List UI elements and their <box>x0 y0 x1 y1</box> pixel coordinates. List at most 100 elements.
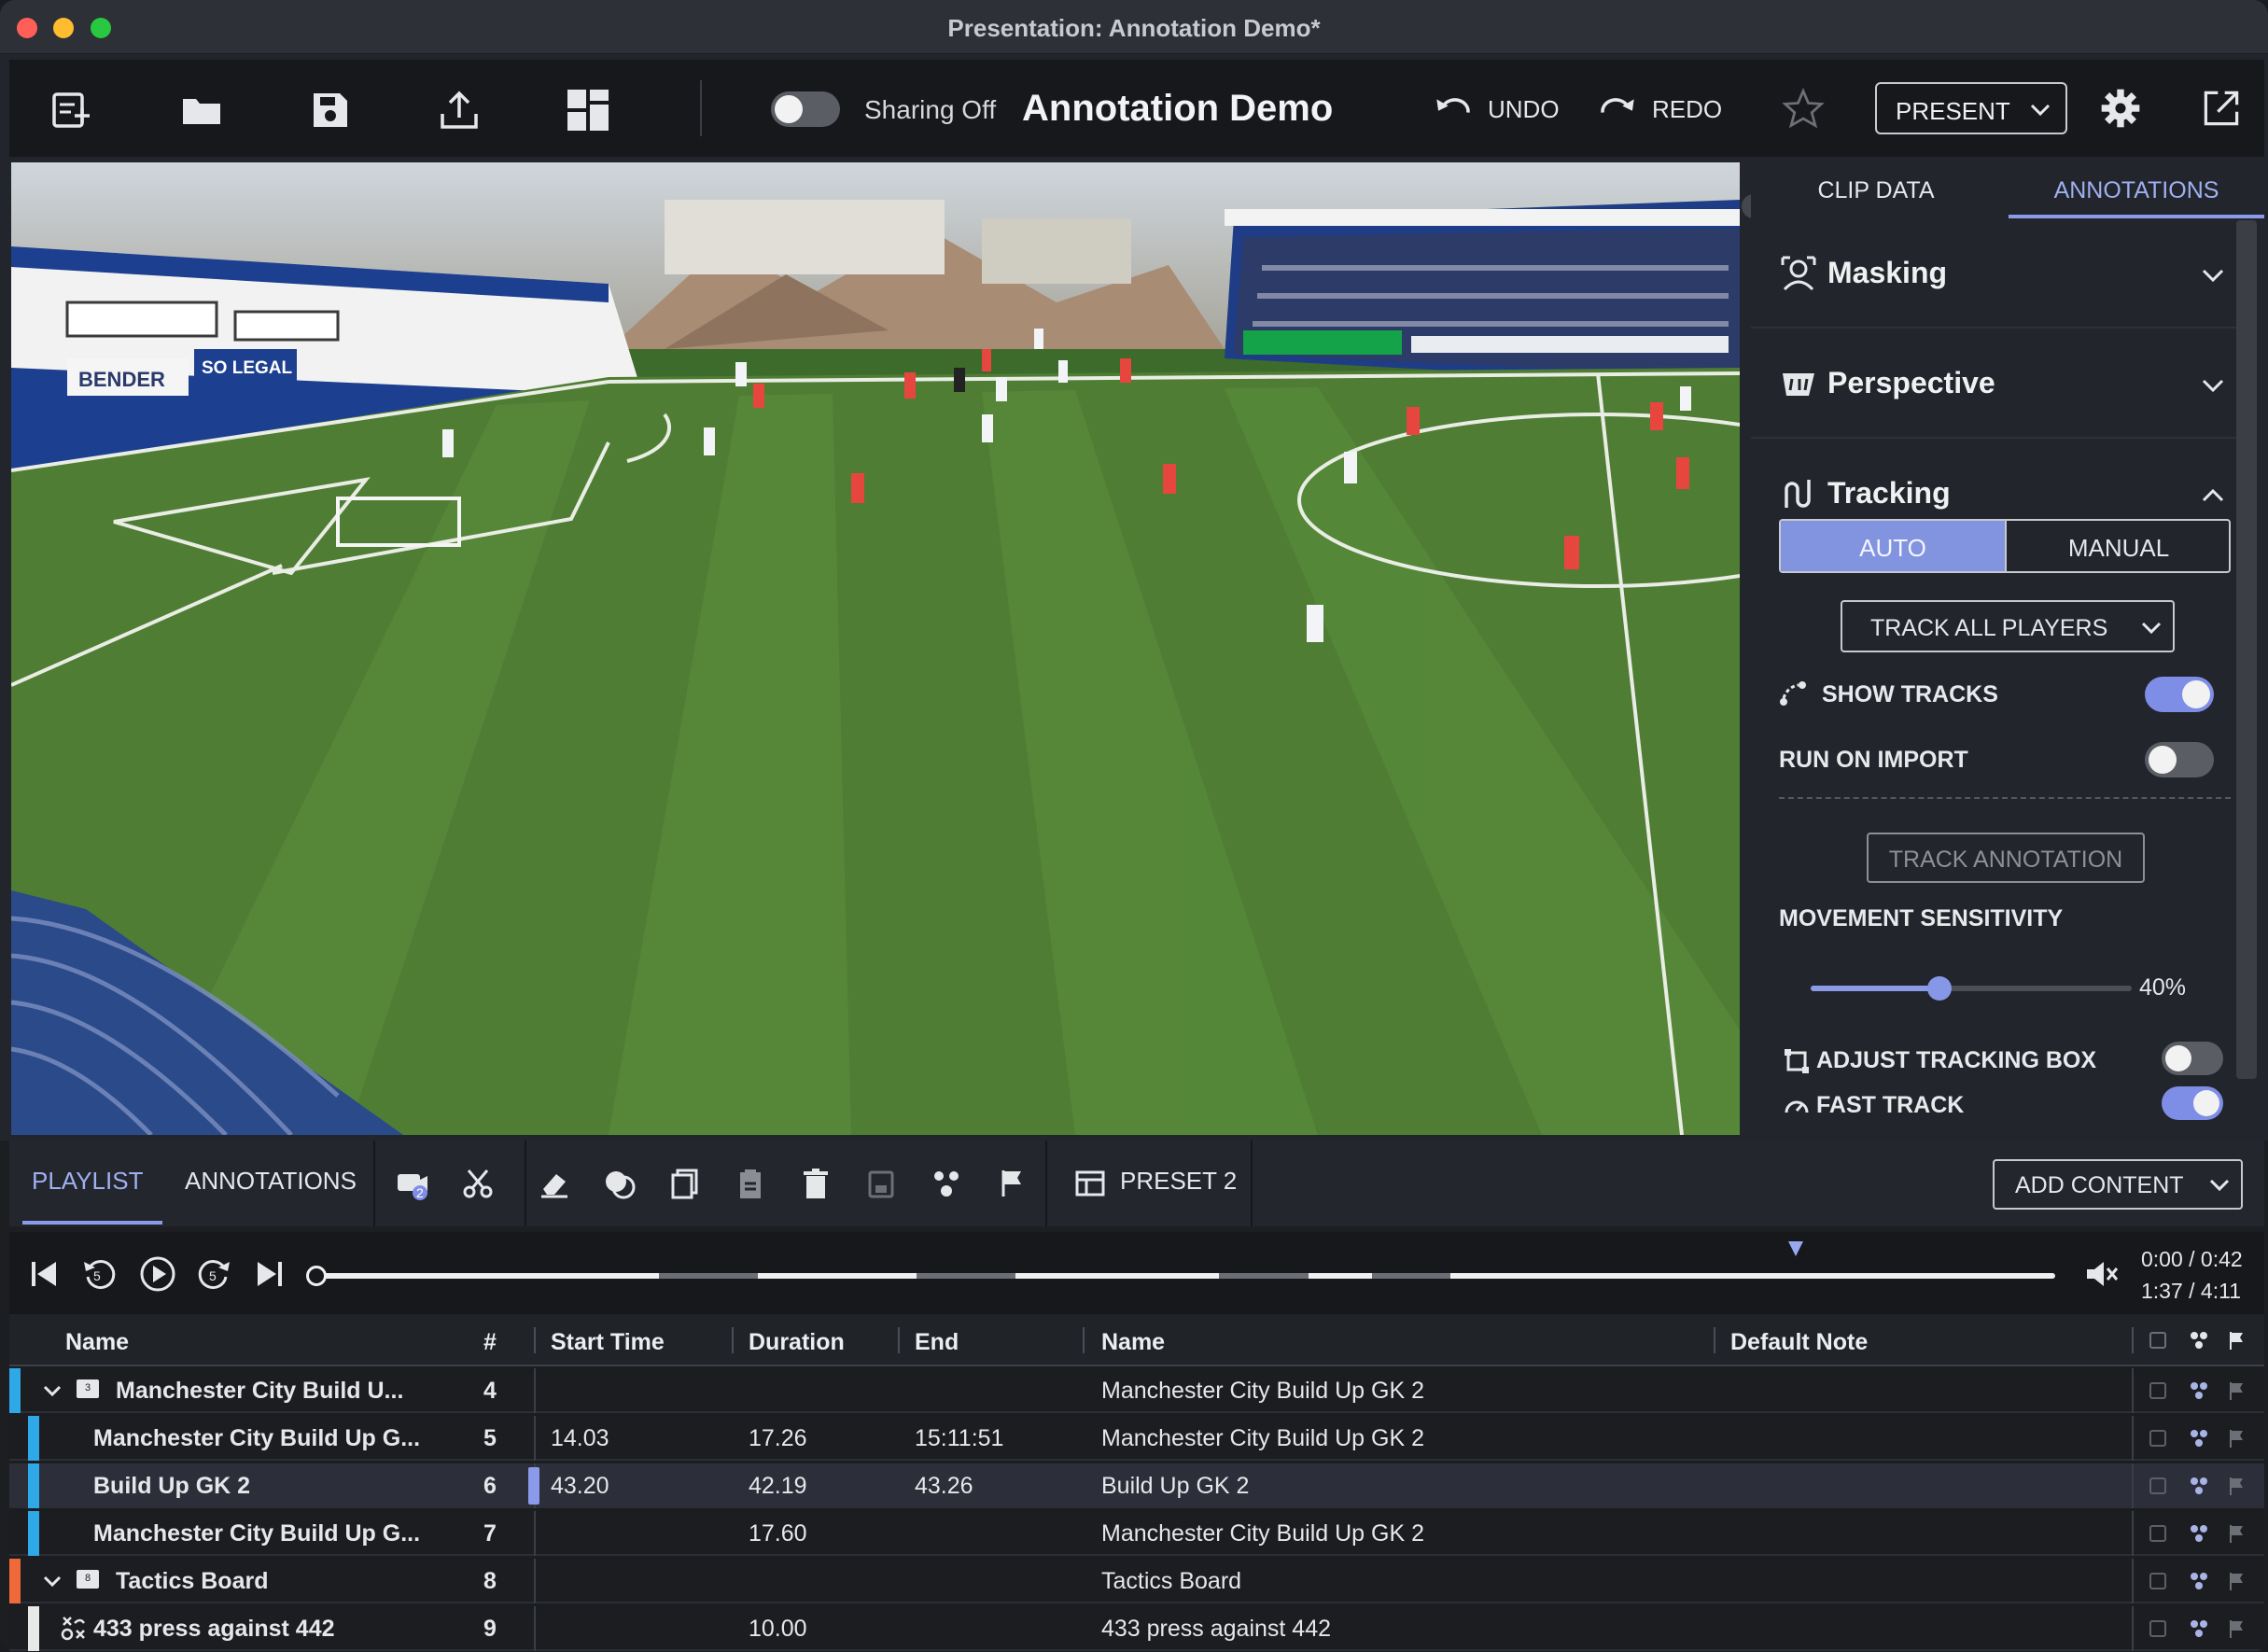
paste-icon[interactable] <box>734 1167 767 1200</box>
flag-icon[interactable] <box>2225 1570 2247 1592</box>
playhead[interactable] <box>306 1266 327 1286</box>
timeline-scrubber[interactable] <box>306 1266 2055 1286</box>
col-end[interactable]: End <box>915 1329 959 1356</box>
save-clip-icon[interactable] <box>2147 1475 2169 1497</box>
auto-mode-button[interactable]: AUTO <box>1781 521 2005 571</box>
table-row[interactable]: 8 Tactics Board 8 Tactics Board <box>9 1559 2264 1603</box>
layers-icon[interactable] <box>603 1167 637 1200</box>
flag-icon[interactable] <box>995 1167 1029 1200</box>
timeline-marker[interactable] <box>1788 1241 1803 1256</box>
flag-icon[interactable] <box>2225 1329 2247 1351</box>
column-divider <box>534 1559 536 1603</box>
toolbar-divider <box>1045 1141 1047 1226</box>
run-on-import-toggle[interactable] <box>2145 742 2214 777</box>
tab-annotations[interactable]: ANNOTATIONS <box>2009 162 2264 218</box>
forward-5s-icon[interactable]: 5 <box>194 1254 233 1294</box>
fast-track-toggle[interactable] <box>2162 1086 2223 1120</box>
flag-icon[interactable] <box>2225 1427 2247 1449</box>
col-number[interactable]: # <box>483 1329 497 1356</box>
masking-section[interactable]: Masking <box>1751 220 2236 329</box>
undo-icon[interactable] <box>1432 88 1475 131</box>
save-clip-icon[interactable] <box>2147 1522 2169 1545</box>
open-folder-icon[interactable] <box>177 86 226 134</box>
flag-icon[interactable] <box>2225 1617 2247 1640</box>
skip-to-end-icon[interactable] <box>250 1254 289 1294</box>
chevron-down-icon[interactable] <box>41 1570 63 1592</box>
sharing-toggle[interactable] <box>771 91 840 127</box>
table-row[interactable]: Build Up GK 2 6 43.20 42.19 43.26 Build Up GK… <box>9 1463 2264 1508</box>
save-clip-icon[interactable] <box>2147 1329 2169 1351</box>
undo-button[interactable]: UNDO <box>1488 95 1560 124</box>
formation-icon[interactable] <box>2188 1617 2210 1640</box>
tab-clip-data[interactable]: CLIP DATA <box>1751 162 2001 218</box>
adjust-tracking-box-toggle[interactable] <box>2162 1042 2223 1075</box>
col-clip-name[interactable]: Name <box>1101 1329 1165 1356</box>
eraser-icon[interactable] <box>538 1167 571 1200</box>
rewind-5s-icon[interactable]: 5 <box>80 1254 119 1294</box>
formation-icon[interactable] <box>2188 1522 2210 1545</box>
manual-mode-button[interactable]: MANUAL <box>2005 521 2229 571</box>
movement-sensitivity-slider[interactable] <box>1811 976 2132 1001</box>
preset-selector[interactable]: PRESET 2 <box>1120 1167 1237 1196</box>
col-start-time[interactable]: Start Time <box>551 1329 665 1356</box>
formation-icon[interactable] <box>2188 1427 2210 1449</box>
mute-icon[interactable] <box>2081 1254 2121 1294</box>
save-icon[interactable] <box>306 86 355 134</box>
clips-icon[interactable]: 2 <box>396 1167 429 1200</box>
star-icon[interactable] <box>1781 86 1826 131</box>
table-row[interactable]: Manchester City Build Up G... 5 14.03 17.26… <box>9 1416 2264 1461</box>
row-duration: 17.60 <box>749 1520 807 1547</box>
slider-handle[interactable] <box>1926 976 1952 1001</box>
show-tracks-toggle[interactable] <box>2145 677 2214 712</box>
save-clip-icon[interactable] <box>2147 1617 2169 1640</box>
flag-icon[interactable] <box>2225 1522 2247 1545</box>
track-target-dropdown[interactable]: TRACK ALL PLAYERS <box>1841 600 2175 652</box>
redo-icon[interactable] <box>1596 88 1639 131</box>
formation-icon[interactable] <box>2188 1329 2210 1351</box>
run-on-import-label: RUN ON IMPORT <box>1779 747 1968 773</box>
play-icon[interactable] <box>138 1254 177 1294</box>
video-player[interactable]: BENDER SO LEGAL <box>11 162 1740 1135</box>
track-annotation-button[interactable]: TRACK ANNOTATION <box>1867 833 2145 883</box>
chevron-up-icon <box>2202 488 2224 502</box>
col-name[interactable]: Name <box>65 1329 129 1356</box>
section-divider <box>1779 797 2231 799</box>
chevron-down-icon <box>2202 379 2224 393</box>
formation-icon[interactable] <box>2188 1475 2210 1497</box>
scissors-icon[interactable] <box>461 1167 495 1200</box>
copy-icon[interactable] <box>668 1167 702 1200</box>
new-presentation-icon[interactable] <box>47 86 95 134</box>
formation-icon[interactable] <box>2188 1570 2210 1592</box>
popout-icon[interactable] <box>2199 86 2244 131</box>
table-row[interactable]: 433 press against 442 9 10.00 433 press aga… <box>9 1606 2264 1651</box>
layout-grid-icon[interactable] <box>564 86 612 134</box>
tab-annotations-list[interactable]: ANNOTATIONS <box>185 1167 357 1196</box>
add-content-button[interactable]: ADD CONTENT <box>1993 1159 2243 1210</box>
delete-icon[interactable] <box>799 1167 833 1200</box>
col-duration[interactable]: Duration <box>749 1329 845 1356</box>
present-button[interactable]: PRESENT <box>1875 82 2067 134</box>
row-number: 4 <box>483 1378 497 1404</box>
perspective-section[interactable]: Perspective <box>1751 330 2236 439</box>
table-row[interactable]: Manchester City Build Up G... 7 17.60 Manch… <box>9 1511 2264 1556</box>
chevron-down-icon[interactable] <box>41 1379 63 1402</box>
table-row[interactable]: 3 Manchester City Build U... 4 Manchester C… <box>9 1368 2264 1413</box>
save-clip-icon[interactable] <box>2147 1570 2169 1592</box>
row-number: 5 <box>483 1425 497 1451</box>
panel-scrollbar[interactable] <box>2236 220 2257 1079</box>
tracking-section[interactable]: Tracking <box>1751 441 2236 510</box>
redo-button[interactable]: REDO <box>1652 95 1722 124</box>
flag-icon[interactable] <box>2225 1379 2247 1402</box>
tab-playlist[interactable]: PLAYLIST <box>32 1167 143 1196</box>
settings-gear-icon[interactable] <box>2098 86 2143 131</box>
save-clip-icon[interactable] <box>2147 1379 2169 1402</box>
col-default-note[interactable]: Default Note <box>1730 1329 1868 1356</box>
preset-table-icon[interactable] <box>1073 1167 1107 1200</box>
save-clip-icon[interactable] <box>864 1167 898 1200</box>
flag-icon[interactable] <box>2225 1475 2247 1497</box>
formation-icon[interactable] <box>930 1167 963 1200</box>
skip-to-start-icon[interactable] <box>24 1254 63 1294</box>
save-clip-icon[interactable] <box>2147 1427 2169 1449</box>
export-icon[interactable] <box>435 86 483 134</box>
formation-icon[interactable] <box>2188 1379 2210 1402</box>
